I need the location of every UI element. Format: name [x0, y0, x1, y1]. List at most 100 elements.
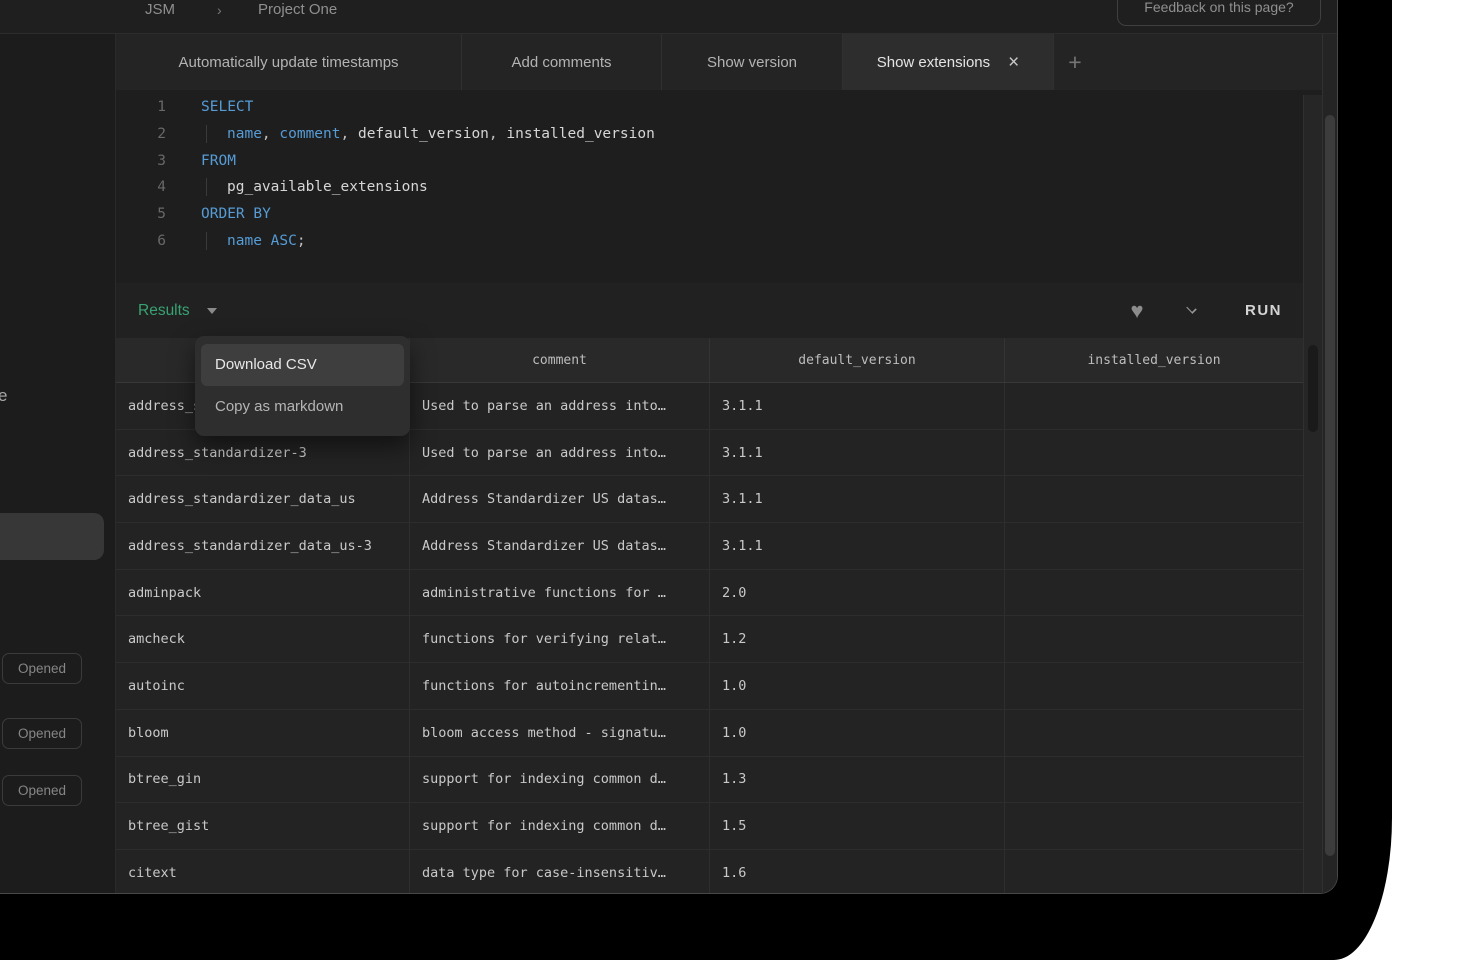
table-cell: citext: [116, 850, 410, 894]
code-token: pg_available_extensions: [227, 179, 428, 195]
table-cell: bloom access method - signatu…: [410, 710, 710, 756]
window-scrollbar-thumb[interactable]: [1325, 115, 1335, 856]
breadcrumb-project[interactable]: JSM: [145, 0, 175, 27]
line-number: 3: [116, 148, 166, 175]
table-row[interactable]: address_standardizer_data_us-3Address St…: [116, 523, 1303, 570]
indent-guide: [206, 232, 227, 250]
tab-label: Automatically update timestamps: [178, 54, 398, 71]
table-cell: data type for case-insensitiv…: [410, 850, 710, 894]
menu-item-download-csv[interactable]: Download CSV: [201, 344, 404, 386]
table-row[interactable]: adminpackadministrative functions for …2…: [116, 570, 1303, 617]
table-cell: 1.5: [710, 803, 1005, 849]
code-token: ORDER BY: [201, 206, 271, 222]
table-scrollbar-track[interactable]: [1303, 95, 1322, 894]
table-row[interactable]: citextdata type for case-insensitiv…1.6: [116, 850, 1303, 894]
table-cell: [1005, 476, 1303, 522]
tab-automatically-update-timestamps[interactable]: Automatically update timestamps: [116, 34, 462, 90]
code-token: FROM: [201, 153, 236, 169]
table-row[interactable]: address_standardizer_data_usAddress Stan…: [116, 476, 1303, 523]
tab-add-comments[interactable]: Add comments: [462, 34, 662, 90]
stage: JSM › Project One Feedback on this page?…: [0, 0, 1460, 960]
table-cell: 1.0: [710, 710, 1005, 756]
table-row[interactable]: address_standardizer-3Used to parse an a…: [116, 430, 1303, 477]
sql-editor[interactable]: 1 SELECT 2 name, comment, default_version, …: [116, 90, 1338, 283]
table-cell: Address Standardizer US datas…: [410, 476, 710, 522]
code-text: name ASC;: [201, 228, 306, 255]
run-button[interactable]: RUN: [1245, 283, 1282, 338]
column-header-comment[interactable]: comment: [410, 338, 710, 382]
chevron-down-icon[interactable]: [1186, 303, 1199, 316]
table-cell: address_standardizer_data_us: [116, 476, 410, 522]
code-token: ;: [297, 233, 306, 249]
code-token: [262, 233, 271, 249]
code-line: 5ORDER BY: [116, 201, 1338, 228]
results-context-menu: Download CSVCopy as markdown: [195, 336, 410, 436]
tab-show-version[interactable]: Show version: [662, 34, 843, 90]
code-text: name, comment, default_version, installe…: [201, 121, 655, 148]
table-cell: [1005, 570, 1303, 616]
table-cell: [1005, 430, 1303, 476]
table-row[interactable]: bloombloom access method - signatu…1.0: [116, 710, 1303, 757]
menu-item-copy-as-markdown[interactable]: Copy as markdown: [201, 386, 404, 428]
code-token: installed_version: [506, 126, 654, 142]
line-number: 1: [116, 94, 166, 121]
sidebar-item-label-fragment: e: [0, 386, 7, 406]
code-token: name: [227, 233, 262, 249]
table-scrollbar-thumb[interactable]: [1308, 345, 1318, 432]
table-cell: amcheck: [116, 616, 410, 662]
line-number: 2: [116, 121, 166, 148]
table-cell: [1005, 383, 1303, 429]
table-cell: autoinc: [116, 663, 410, 709]
line-number: 4: [116, 174, 166, 201]
tab-label: Show version: [707, 54, 797, 71]
new-tab-button[interactable]: +: [1054, 34, 1096, 90]
results-table-body: address_standardizerUsed to parse an add…: [116, 383, 1303, 894]
table-cell: btree_gin: [116, 757, 410, 803]
indent-guide: [206, 125, 227, 143]
table-cell: 1.6: [710, 850, 1005, 894]
column-header-installed_version[interactable]: installed_version: [1005, 338, 1303, 382]
results-dropdown[interactable]: Results: [138, 283, 190, 338]
code-line: 1 SELECT: [116, 94, 1338, 121]
tab-show-extensions[interactable]: Show extensions ×: [843, 34, 1054, 90]
table-row[interactable]: amcheckfunctions for verifying relat…1.2: [116, 616, 1303, 663]
table-cell: 3.1.1: [710, 476, 1005, 522]
code-text: FROM: [201, 148, 236, 175]
table-cell: btree_gist: [116, 803, 410, 849]
table-row[interactable]: btree_ginsupport for indexing common d…1…: [116, 757, 1303, 804]
table-cell: functions for verifying relat…: [410, 616, 710, 662]
column-header-default_version[interactable]: default_version: [710, 338, 1005, 382]
table-cell: 1.0: [710, 663, 1005, 709]
table-cell: address_standardizer-3: [116, 430, 410, 476]
table-cell: 3.1.1: [710, 523, 1005, 569]
table-cell: 1.3: [710, 757, 1005, 803]
table-row[interactable]: btree_gistsupport for indexing common d……: [116, 803, 1303, 850]
code-text: ORDER BY: [201, 201, 271, 228]
table-row[interactable]: autoincfunctions for autoincrementin…1.0: [116, 663, 1303, 710]
code-line: 2 name, comment, default_version, install…: [116, 121, 1338, 148]
app-window: JSM › Project One Feedback on this page?…: [0, 0, 1338, 894]
feedback-button[interactable]: Feedback on this page?: [1117, 0, 1321, 26]
code-token: name: [227, 126, 262, 142]
table-cell: [1005, 523, 1303, 569]
status-badge-opened: Opened: [2, 718, 82, 749]
code-token: ,: [341, 126, 358, 142]
code-token: default_version: [358, 126, 489, 142]
code-line: 3 FROM: [116, 148, 1338, 175]
indent-guide: [206, 178, 227, 196]
code-token: SELECT: [201, 99, 253, 115]
table-cell: Address Standardizer US datas…: [410, 523, 710, 569]
results-toolbar: Results ♥ RUN: [116, 283, 1338, 338]
query-tab-bar: Automatically update timestamps Add comme…: [116, 34, 1338, 90]
main-panel: Automatically update timestamps Add comme…: [116, 34, 1338, 894]
close-tab-icon[interactable]: ×: [1008, 53, 1019, 72]
table-cell: 3.1.1: [710, 383, 1005, 429]
table-cell: support for indexing common d…: [410, 757, 710, 803]
table-cell: [1005, 850, 1303, 894]
line-number: 6: [116, 228, 166, 255]
sidebar-selected-item[interactable]: [0, 513, 104, 560]
top-bar: JSM › Project One Feedback on this page?: [0, 0, 1338, 34]
favorite-heart-icon[interactable]: ♥: [1119, 283, 1155, 338]
tab-label: Show extensions: [877, 54, 990, 71]
table-cell: 1.2: [710, 616, 1005, 662]
